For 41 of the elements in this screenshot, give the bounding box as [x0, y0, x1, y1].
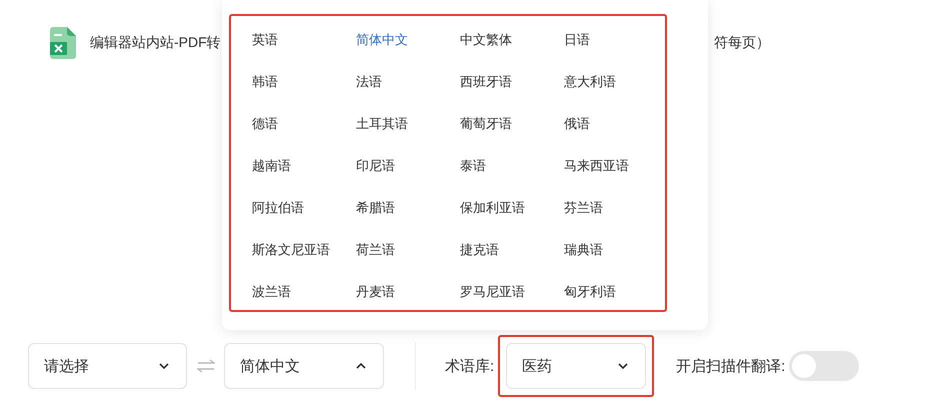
scan-translation-label: 开启扫描件翻译:: [676, 356, 786, 376]
language-option[interactable]: 英语: [252, 19, 278, 61]
caret-icon: [158, 362, 170, 370]
language-option[interactable]: 西班牙语: [460, 61, 512, 103]
language-option[interactable]: 简体中文: [356, 19, 408, 61]
language-option[interactable]: 泰语: [460, 145, 486, 187]
language-option[interactable]: 希腊语: [356, 187, 395, 229]
file-name: 编辑器站内站-PDF转: [90, 34, 221, 52]
glossary-label: 术语库:: [445, 356, 494, 376]
language-option[interactable]: 保加利亚语: [460, 187, 525, 229]
language-option[interactable]: 越南语: [252, 145, 291, 187]
language-option[interactable]: 中文繁体: [460, 19, 512, 61]
language-option[interactable]: 丹麦语: [356, 271, 395, 313]
language-option[interactable]: 阿拉伯语: [252, 187, 304, 229]
target-language-select[interactable]: 简体中文: [224, 343, 384, 389]
spreadsheet-file-icon: [50, 27, 76, 59]
language-option[interactable]: 罗马尼亚语: [460, 271, 525, 313]
language-option[interactable]: 土耳其语: [356, 103, 408, 145]
caret-icon: [355, 362, 367, 370]
language-option[interactable]: 德语: [252, 103, 278, 145]
toggle-switch[interactable]: [789, 351, 860, 381]
language-option[interactable]: 瑞典语: [564, 229, 603, 271]
language-option[interactable]: 马来西亚语: [564, 145, 629, 187]
language-option[interactable]: 波兰语: [252, 271, 291, 313]
language-option[interactable]: 葡萄牙语: [460, 103, 512, 145]
swap-icon[interactable]: [197, 359, 215, 373]
language-option[interactable]: 法语: [356, 61, 382, 103]
glossary-select[interactable]: 医药: [506, 343, 646, 389]
language-option[interactable]: 芬兰语: [564, 187, 603, 229]
language-option[interactable]: 匈牙利语: [564, 271, 616, 313]
language-option[interactable]: 荷兰语: [356, 229, 395, 271]
file-note: 符每页）: [714, 34, 770, 52]
language-option[interactable]: 印尼语: [356, 145, 395, 187]
language-option[interactable]: 日语: [564, 19, 590, 61]
language-option[interactable]: 斯洛文尼亚语: [252, 229, 330, 271]
source-language-select[interactable]: 请选择: [28, 343, 187, 389]
language-option[interactable]: 韩语: [252, 61, 278, 103]
language-option[interactable]: 捷克语: [460, 229, 499, 271]
language-option[interactable]: 俄语: [564, 103, 590, 145]
language-option[interactable]: 意大利语: [564, 61, 616, 103]
caret-icon: [617, 362, 630, 370]
